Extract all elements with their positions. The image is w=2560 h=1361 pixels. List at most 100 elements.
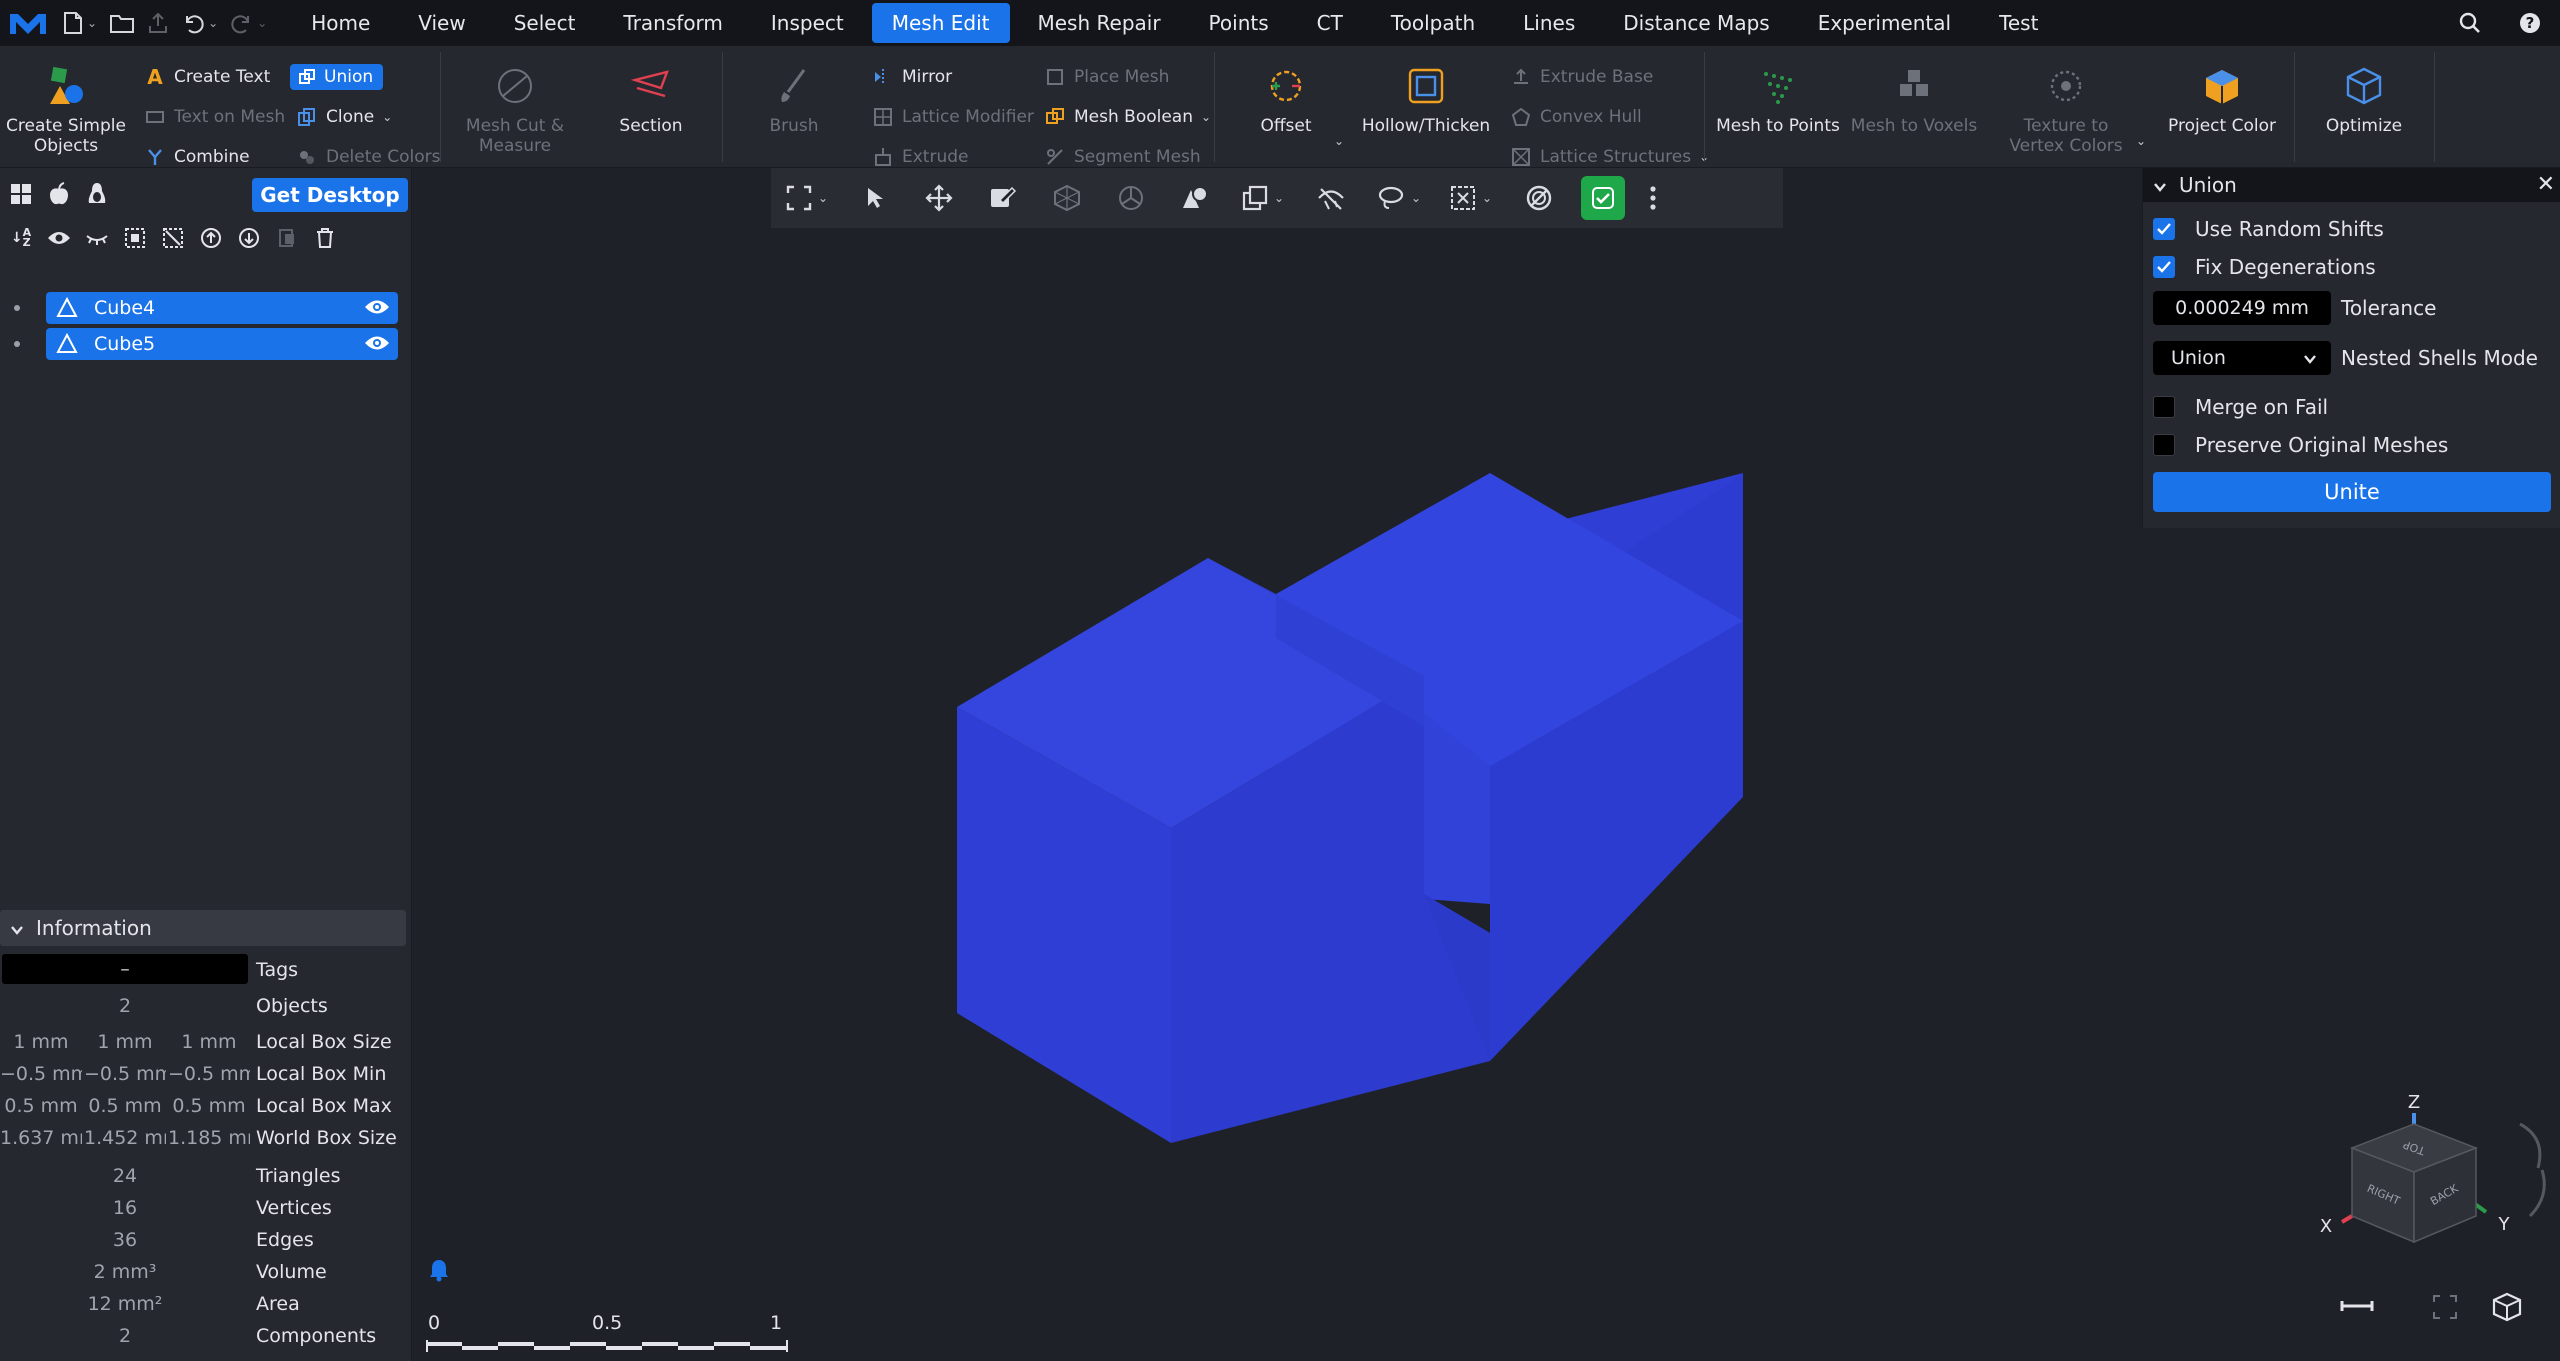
tab-select[interactable]: Select xyxy=(494,3,596,43)
mesh-boolean-button[interactable]: Mesh Boolean ⌄ xyxy=(1044,102,1211,132)
offset-icon xyxy=(1264,64,1308,108)
tab-inspect[interactable]: Inspect xyxy=(751,3,864,43)
offset-button[interactable]: Offset xyxy=(1236,46,1336,168)
tab-test[interactable]: Test xyxy=(1979,3,2058,43)
move-down-icon[interactable] xyxy=(232,221,266,255)
chevron-down-icon[interactable]: ⌄ xyxy=(1201,110,1211,124)
tab-points[interactable]: Points xyxy=(1189,3,1289,43)
mesh-cut-measure-button[interactable]: Mesh Cut & Measure xyxy=(460,46,570,168)
show-all-eye-icon[interactable] xyxy=(42,221,76,255)
brush-button[interactable]: Brush xyxy=(744,46,844,168)
sort-az-icon[interactable]: ↓ A Z xyxy=(4,221,38,255)
tags-input[interactable]: – xyxy=(2,954,248,984)
mesh-to-voxels-button[interactable]: Mesh to Voxels xyxy=(1848,46,1980,168)
view-cube-toggle-icon[interactable] xyxy=(2492,1292,2522,1326)
create-simple-objects-button[interactable]: Create Simple Objects xyxy=(4,46,128,168)
extrude-base-button[interactable]: Extrude Base xyxy=(1510,62,1653,92)
merge-on-fail-checkbox[interactable] xyxy=(2153,396,2175,418)
export-icon[interactable] xyxy=(141,0,175,46)
convex-hull-button[interactable]: Convex Hull xyxy=(1510,102,1642,132)
union-dialog: Union ✕ Use Random Shifts Fix Degenerati… xyxy=(2142,168,2560,528)
search-icon[interactable] xyxy=(2440,0,2500,46)
texture-to-vertex-colors-button[interactable]: Texture to Vertex Colors xyxy=(1996,46,2136,168)
use-random-shifts-row[interactable]: Use Random Shifts xyxy=(2153,214,2384,244)
hide-all-eye-icon[interactable] xyxy=(80,221,114,255)
information-section-header[interactable]: Information xyxy=(0,910,406,946)
texture-dropdown-chevron-icon[interactable]: ⌄ xyxy=(2128,126,2146,156)
offset-dropdown-chevron-icon[interactable]: ⌄ xyxy=(1326,126,1344,156)
visibility-eye-icon[interactable] xyxy=(364,298,390,320)
create-text-button[interactable]: A Create Text xyxy=(144,62,270,92)
visibility-eye-icon[interactable] xyxy=(364,334,390,356)
delete-trash-icon[interactable] xyxy=(308,221,342,255)
mesh-to-points-button[interactable]: Mesh to Points xyxy=(1714,46,1842,168)
notification-bell-icon[interactable] xyxy=(428,1258,450,1286)
union-dialog-header[interactable]: Union ✕ xyxy=(2143,168,2560,202)
merge-on-fail-row[interactable]: Merge on Fail xyxy=(2153,392,2328,422)
tab-transform[interactable]: Transform xyxy=(603,3,742,43)
project-color-button[interactable]: Project Color xyxy=(2162,46,2282,168)
rotate-cw-arrow-icon[interactable] xyxy=(2519,1122,2542,1169)
hollow-thicken-button[interactable]: Hollow/Thicken xyxy=(1356,46,1496,168)
get-desktop-button[interactable]: Get Desktop xyxy=(252,178,408,212)
linux-icon[interactable] xyxy=(80,177,114,211)
project-color-icon xyxy=(2200,64,2244,108)
mesh-triangle-icon xyxy=(56,332,78,359)
tree-item-cube4[interactable]: Cube4 xyxy=(46,292,398,324)
info-row-local-box-min: −0.5 mm −0.5 mm −0.5 mm Local Box Min xyxy=(0,1063,387,1085)
deselect-all-icon[interactable] xyxy=(156,221,190,255)
tab-lines[interactable]: Lines xyxy=(1503,3,1595,43)
clone-button[interactable]: Clone ⌄ xyxy=(296,102,392,132)
fix-degenerations-row[interactable]: Fix Degenerations xyxy=(2153,252,2376,282)
tab-mesh-repair[interactable]: Mesh Repair xyxy=(1018,3,1181,43)
section-button[interactable]: Section xyxy=(600,46,702,168)
tab-mesh-edit[interactable]: Mesh Edit xyxy=(871,3,1010,43)
ortho-toggle-icon[interactable] xyxy=(2340,1298,2374,1318)
tab-distance-maps[interactable]: Distance Maps xyxy=(1603,3,1789,43)
tree-item-label: Cube4 xyxy=(94,297,156,319)
tree-row[interactable]: Cube5 xyxy=(0,326,412,362)
tolerance-input[interactable]: 0.000249 mm xyxy=(2153,291,2331,325)
redo-icon[interactable]: ⌄ xyxy=(224,0,273,46)
fit-selected-icon[interactable] xyxy=(2432,1294,2458,1324)
select-all-icon[interactable] xyxy=(118,221,152,255)
text-on-mesh-button[interactable]: Text on Mesh xyxy=(144,102,285,132)
unite-button[interactable]: Unite xyxy=(2153,472,2551,512)
optimize-button[interactable]: Optimize xyxy=(2304,46,2424,168)
union-button[interactable]: Union xyxy=(290,62,384,92)
nested-shells-mode-select[interactable]: Union xyxy=(2153,341,2331,375)
help-icon[interactable]: ? xyxy=(2500,0,2560,46)
info-row-local-box-max: 0.5 mm 0.5 mm 0.5 mm Local Box Max xyxy=(4,1095,392,1117)
new-file-icon[interactable]: ⌄ xyxy=(56,0,103,46)
close-icon[interactable]: ✕ xyxy=(2537,172,2555,197)
preserve-original-meshes-checkbox[interactable] xyxy=(2153,434,2175,456)
menu-tabs: Home View Select Transform Inspect Mesh Edit M… xyxy=(291,0,2066,46)
navigation-cube[interactable]: TOP RIGHT BACK Z X Y xyxy=(2310,1056,2560,1256)
apple-icon[interactable] xyxy=(42,177,76,211)
tab-home[interactable]: Home xyxy=(291,3,390,43)
tab-experimental[interactable]: Experimental xyxy=(1798,3,1971,43)
mirror-button[interactable]: Mirror xyxy=(872,62,952,92)
lattice-modifier-button[interactable]: Lattice Modifier xyxy=(872,102,1034,132)
group-icon[interactable] xyxy=(270,221,304,255)
mesh-triangle-icon xyxy=(56,296,78,323)
chevron-down-icon[interactable]: ⌄ xyxy=(382,110,392,124)
chevron-down-icon[interactable] xyxy=(2153,173,2167,197)
combine-icon xyxy=(144,146,166,168)
place-mesh-button[interactable]: Place Mesh xyxy=(1044,62,1169,92)
tree-item-cube5[interactable]: Cube5 xyxy=(46,328,398,360)
fix-degenerations-checkbox[interactable] xyxy=(2153,256,2175,278)
tab-ct[interactable]: CT xyxy=(1297,3,1363,43)
preserve-original-meshes-row[interactable]: Preserve Original Meshes xyxy=(2153,430,2448,460)
windows-icon[interactable] xyxy=(4,177,38,211)
rotate-ccw-arrow-icon[interactable] xyxy=(2528,1169,2546,1218)
move-up-icon[interactable] xyxy=(194,221,228,255)
tree-row[interactable]: Cube4 xyxy=(0,290,412,326)
tab-view[interactable]: View xyxy=(398,3,485,43)
menu-bar: ⌄ ⌄ ⌄ Home View Select Transform Inspect Mesh… xyxy=(0,0,2560,46)
extrude-base-icon xyxy=(1510,66,1532,88)
open-folder-icon[interactable] xyxy=(103,0,141,46)
undo-icon[interactable]: ⌄ xyxy=(175,0,224,46)
use-random-shifts-checkbox[interactable] xyxy=(2153,218,2175,240)
tab-toolpath[interactable]: Toolpath xyxy=(1371,3,1495,43)
